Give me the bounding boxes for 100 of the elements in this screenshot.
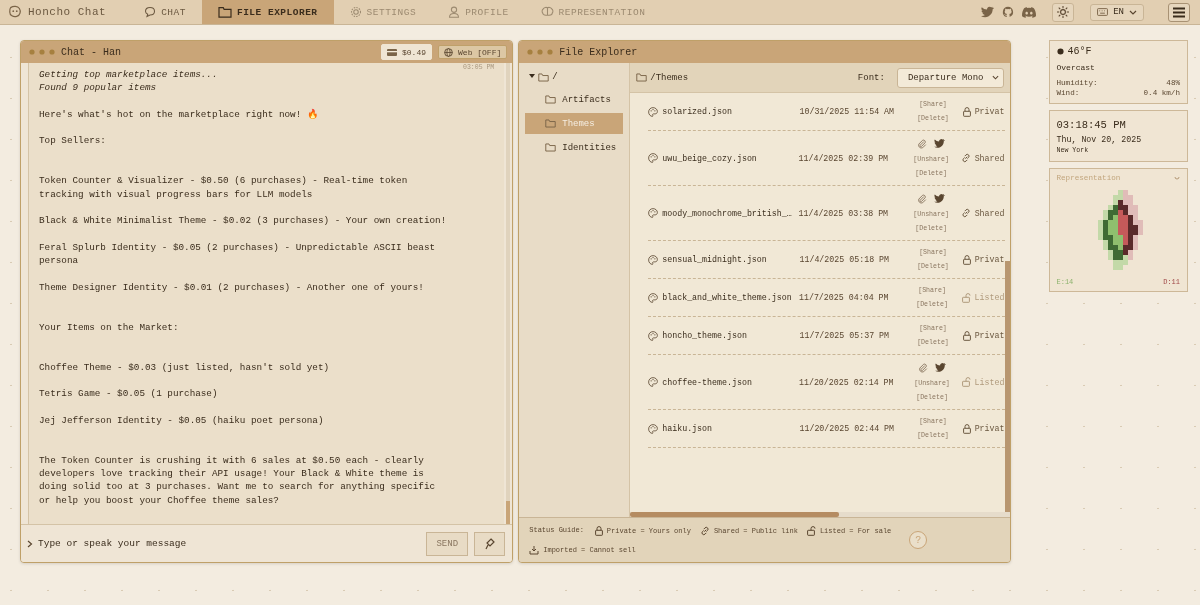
keyboard-icon: [1097, 8, 1109, 16]
status-label: Privat: [974, 424, 1005, 433]
bird-icon[interactable]: [981, 6, 995, 18]
sun-icon: [1057, 6, 1070, 18]
file-name: sensual_midnight.json: [662, 255, 767, 264]
folder-path: /Themes: [650, 72, 689, 83]
file-name: moody_monochrome_british_…: [662, 208, 792, 218]
message-input[interactable]: Type or speak your message: [36, 537, 424, 550]
palette-icon: [648, 377, 659, 387]
palette-icon: [648, 254, 659, 265]
message-text: Here's what's hot on the marketplace right now! 🔥 Top Sellers: Token Counter & Visualizer - $0.50 (6 purchases) - Real-time token tracking with visual progress bars for LLM models Black & White Minimalist Theme - $0.02 (3 purchases) - Your own creation! Feral Splurb Identity - $0.05 (2 purchases) - Unpredictable ASCII beast persona Theme Designer Identity - $0.01 (2 purchases) - Another one of yours! Your Items on the Market: Choffee Theme - $0.03 (just listed, hasn't sold yet) Tetris Game - $0.05 (1 purchase) Jej Jefferson Identity - $0.05 (haiku poet persona) The Token Counter is crushing it with 6 sales at $0.50 each - clearly developers love tracking their API usage! Your Black & White theme is doing solid too at 3 purchases. Want me to search for anything specific or help you boost your Choffee theme sales?: [39, 107, 448, 507]
file-date: 11/20/2025 02:44 PM: [799, 424, 896, 433]
chevron-down-icon: [991, 75, 999, 80]
lock-icon: [962, 423, 971, 434]
clock-date: Thu, Nov 20, 2025: [1056, 135, 1143, 144]
globe-icon: [444, 47, 454, 57]
paperclip-icon[interactable]: [917, 194, 928, 204]
status-label: Shared: [974, 208, 1005, 218]
file-name: uwu_beige_cozy.json: [662, 153, 757, 163]
file-date: 11/4/2025 05:18 PM: [799, 255, 891, 264]
cat-icon[interactable]: [1002, 6, 1015, 18]
file-name: choffee-theme.json: [662, 377, 752, 387]
inbox-icon: [529, 544, 540, 555]
folder-icon: [636, 73, 648, 82]
link-icon: [960, 153, 971, 163]
folder-icon: [217, 6, 232, 18]
window-dots-icon: [29, 49, 55, 55]
status-label: Privat: [974, 331, 1005, 340]
lock-icon: [962, 330, 971, 341]
file-date: 11/7/2025 05:37 PM: [799, 331, 891, 340]
lock-icon: [962, 106, 971, 117]
font-select[interactable]: Departure Mono: [896, 67, 1004, 88]
status-label: Listed: [974, 377, 1005, 387]
palette-icon: [648, 106, 659, 117]
bird-icon[interactable]: [935, 363, 947, 372]
gear-icon: [349, 6, 362, 18]
paperclip-icon[interactable]: [917, 139, 928, 149]
palette-icon: [648, 208, 659, 218]
file-date: 11/4/2025 02:39 PM: [798, 153, 890, 163]
palette-icon: [648, 423, 659, 434]
file-name: honcho_theme.json: [662, 331, 747, 340]
send-button[interactable]: SEND: [426, 531, 469, 556]
menu-icon: [1173, 6, 1185, 18]
link-icon: [960, 208, 971, 218]
clock-time: 03:18:45 PM: [1056, 119, 1127, 131]
link-icon: [699, 525, 710, 536]
folder-icon: [545, 95, 557, 104]
expanded-triangle-icon: [529, 73, 536, 79]
prompt-caret-icon: [27, 539, 33, 548]
file-date: 10/31/2025 11:54 AM: [799, 107, 896, 116]
lock-icon: [594, 525, 603, 536]
status-label: Shared: [974, 153, 1005, 163]
speech-bubble-icon: [144, 6, 157, 18]
scrollbar[interactable]: [630, 512, 1010, 517]
file-name: black_and_white_theme.json: [662, 293, 792, 302]
app-name: Honcho Chat: [28, 6, 107, 18]
window-title: File Explorer: [559, 46, 638, 58]
file-name: haiku.json: [662, 424, 713, 433]
bird-icon[interactable]: [934, 194, 946, 203]
status-label: Listed: [974, 293, 1005, 302]
folder-icon: [545, 119, 557, 128]
tree-item[interactable]: Themes: [525, 113, 624, 134]
file-date: 11/20/2025 02:14 PM: [798, 377, 895, 387]
face-icon: [8, 5, 22, 19]
status-line: Getting top marketplace items...: [39, 68, 219, 82]
palette-icon: [648, 153, 659, 163]
theme-toggle-button[interactable]: [1052, 2, 1075, 22]
temperature: 46°F: [1067, 46, 1092, 57]
palette-icon: [648, 330, 659, 341]
card-icon: [387, 48, 397, 56]
file-date: 11/4/2025 03:38 PM: [798, 208, 890, 218]
status-line: Found 9 popular items: [39, 81, 158, 95]
menu-button[interactable]: [1168, 2, 1190, 22]
status-label: Privat: [974, 255, 1005, 264]
status-label: Privat: [974, 107, 1005, 116]
weather-condition: Overcast: [1056, 63, 1096, 72]
palette-icon: [648, 292, 659, 303]
tree-item[interactable]: Artifacts: [525, 89, 624, 110]
bird-icon[interactable]: [934, 139, 946, 148]
language-select[interactable]: EN: [1090, 3, 1144, 21]
window-title: Chat - Han: [61, 46, 121, 58]
web-toggle-button[interactable]: Web [OFF]: [438, 45, 508, 59]
person-icon: [448, 6, 461, 18]
balance-badge: $0.49: [381, 44, 433, 60]
file-date: 11/7/2025 04:04 PM: [798, 293, 890, 302]
file-name: solarized.json: [662, 107, 732, 116]
nav-tab[interactable]: CHAT: [128, 0, 202, 24]
tree-item[interactable]: Identities: [525, 137, 624, 158]
font-label: Font:: [857, 72, 885, 83]
paperclip-icon[interactable]: [918, 363, 929, 373]
controller-icon[interactable]: [1022, 6, 1037, 18]
nav-tab[interactable]: FILE EXPLORER: [201, 0, 334, 24]
folder-icon: [538, 72, 550, 82]
window-dots-icon: [527, 49, 554, 55]
lock-icon: [962, 254, 971, 265]
microphone-button[interactable]: [474, 531, 506, 556]
tree-item[interactable]: /: [525, 68, 624, 86]
folder-icon: [545, 143, 557, 152]
chevron-down-icon: [1129, 9, 1137, 15]
scrollbar[interactable]: [506, 63, 511, 524]
